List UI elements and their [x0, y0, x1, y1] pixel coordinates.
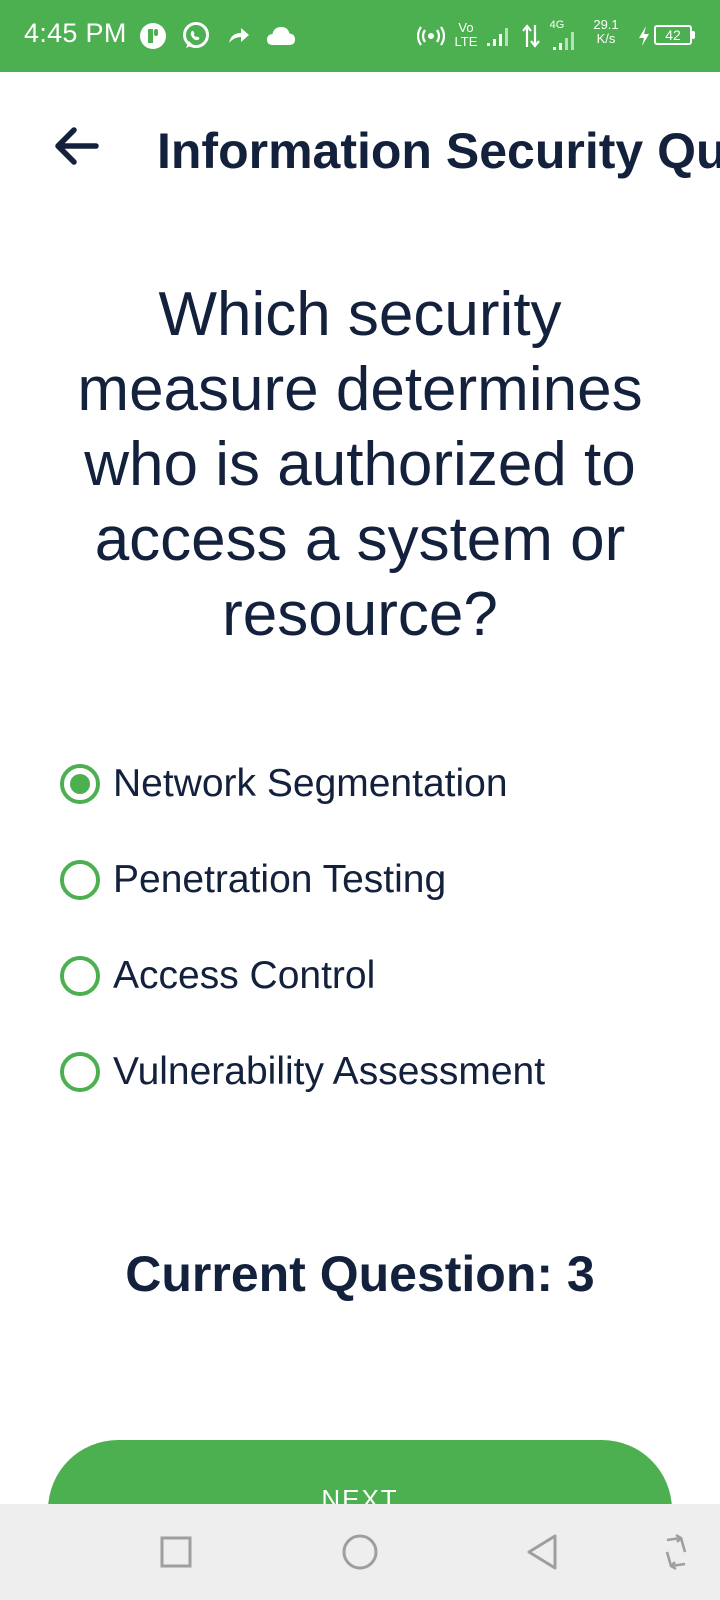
- answer-option-label: Network Segmentation: [113, 762, 508, 805]
- triangle-left-icon: [525, 1533, 559, 1571]
- circle-icon: [341, 1533, 379, 1571]
- share-arrow-icon: [226, 20, 252, 52]
- battery-icon: 42: [654, 25, 692, 45]
- status-time: 4:45 PM: [24, 18, 127, 48]
- whatsapp-icon: [180, 20, 212, 52]
- answer-option-label: Access Control: [113, 954, 376, 997]
- network-speed: 29.1 K/s: [586, 18, 626, 46]
- rotate-icon: [661, 1534, 691, 1570]
- volte-indicator: Vo LTE: [452, 21, 480, 49]
- recents-button[interactable]: [152, 1528, 200, 1576]
- square-icon: [159, 1535, 193, 1569]
- status-bar: 4:45 PM Vo LTE 4G 29.1 K/s 42: [0, 0, 720, 72]
- answer-option[interactable]: Network Segmentation: [60, 736, 680, 832]
- network-speed-unit: K/s: [596, 31, 616, 46]
- nav-back-button[interactable]: [518, 1528, 566, 1576]
- signal-strength-2-icon: [548, 24, 582, 56]
- network-speed-value: 29.1: [593, 17, 619, 32]
- hotspot-icon: [416, 20, 446, 52]
- cloud-icon: [265, 20, 297, 52]
- system-navigation-bar: [0, 1504, 720, 1600]
- answer-option[interactable]: Penetration Testing: [60, 832, 680, 928]
- question-text: Which security measure determines who is…: [77, 280, 643, 649]
- arrow-left-icon: [52, 126, 100, 166]
- home-button[interactable]: [336, 1528, 384, 1576]
- app-notification-icon: [138, 20, 168, 52]
- charging-icon: [636, 20, 652, 52]
- radio-button[interactable]: [60, 956, 100, 996]
- answer-option-label: Penetration Testing: [113, 858, 447, 901]
- radio-button[interactable]: [60, 860, 100, 900]
- rotate-button[interactable]: [652, 1528, 700, 1576]
- answer-option[interactable]: Vulnerability Assessment: [60, 1024, 680, 1120]
- battery-tip: [692, 31, 695, 39]
- current-question-counter: Current Question: 3: [125, 1246, 595, 1302]
- app-bar: Information Security Quiz: [0, 72, 720, 232]
- answer-options: Network Segmentation Penetration Testing…: [60, 736, 680, 1120]
- back-button[interactable]: [46, 116, 106, 176]
- volte-top-label: Vo: [458, 20, 474, 35]
- volte-bottom-label: LTE: [454, 34, 478, 49]
- radio-button[interactable]: [60, 764, 100, 804]
- data-transfer-icon: [520, 20, 542, 52]
- answer-option-label: Vulnerability Assessment: [113, 1050, 546, 1093]
- radio-button[interactable]: [60, 1052, 100, 1092]
- page-title: Information Security Quiz: [157, 123, 720, 179]
- answer-option[interactable]: Access Control: [60, 928, 680, 1024]
- signal-strength-icon: [484, 20, 514, 52]
